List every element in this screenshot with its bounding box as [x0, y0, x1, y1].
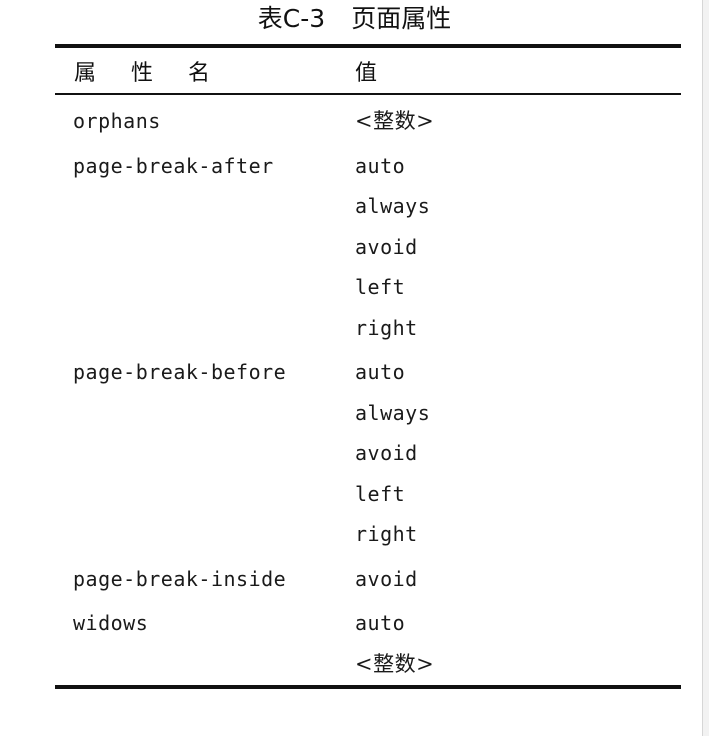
table-row: widows auto <整数>	[55, 603, 681, 684]
property-value: auto	[355, 360, 406, 384]
table-caption: 表C-3 页面属性	[0, 2, 709, 36]
table-row: orphans <整数>	[55, 101, 681, 142]
property-value: auto	[355, 611, 406, 635]
property-name-cell: page-break-before	[73, 360, 287, 384]
table-row: page-break-after auto always avoid left right	[55, 146, 681, 349]
header-property-name: 属 性 名	[74, 60, 224, 86]
property-value: avoid	[355, 566, 418, 591]
property-value: <整数>	[355, 651, 435, 676]
table-body: orphans <整数> page-break-after auto always avo…	[55, 95, 681, 684]
property-values-cell: <整数>	[355, 101, 434, 142]
property-value: left	[355, 481, 406, 506]
table-row: page-break-inside avoid	[55, 559, 681, 600]
table-caption-label: 表C-3	[257, 4, 326, 33]
property-name-cell: page-break-inside	[73, 566, 287, 591]
property-value: right	[355, 315, 418, 340]
property-values-cell: auto always avoid left right	[355, 146, 430, 349]
property-values-cell: avoid	[355, 559, 418, 600]
property-name-cell: orphans	[73, 109, 161, 133]
property-value: left	[355, 275, 406, 299]
page-properties-table: 属 性 名 值 orphans <整数> page-break-after auto a…	[55, 44, 681, 688]
table-header-row: 属 性 名 值	[55, 48, 681, 93]
property-name-cell: page-break-after	[73, 153, 274, 178]
page-edge-scrollbar	[702, 0, 709, 736]
table-row: page-break-before auto always avoid left righ…	[55, 352, 681, 555]
header-value: 值	[355, 60, 378, 86]
table-bottom-rule	[55, 685, 681, 689]
property-value: always	[355, 400, 431, 425]
property-value: auto	[355, 153, 406, 178]
property-value: avoid	[355, 234, 418, 259]
property-values-cell: auto <整数>	[355, 603, 434, 684]
property-value: always	[355, 194, 431, 218]
property-values-cell: auto always avoid left right	[355, 352, 430, 555]
property-value: <整数>	[355, 109, 435, 133]
property-value: avoid	[355, 441, 418, 465]
table-caption-title: 页面属性	[351, 4, 452, 33]
property-name-cell: widows	[73, 611, 149, 635]
property-value: right	[355, 522, 418, 546]
